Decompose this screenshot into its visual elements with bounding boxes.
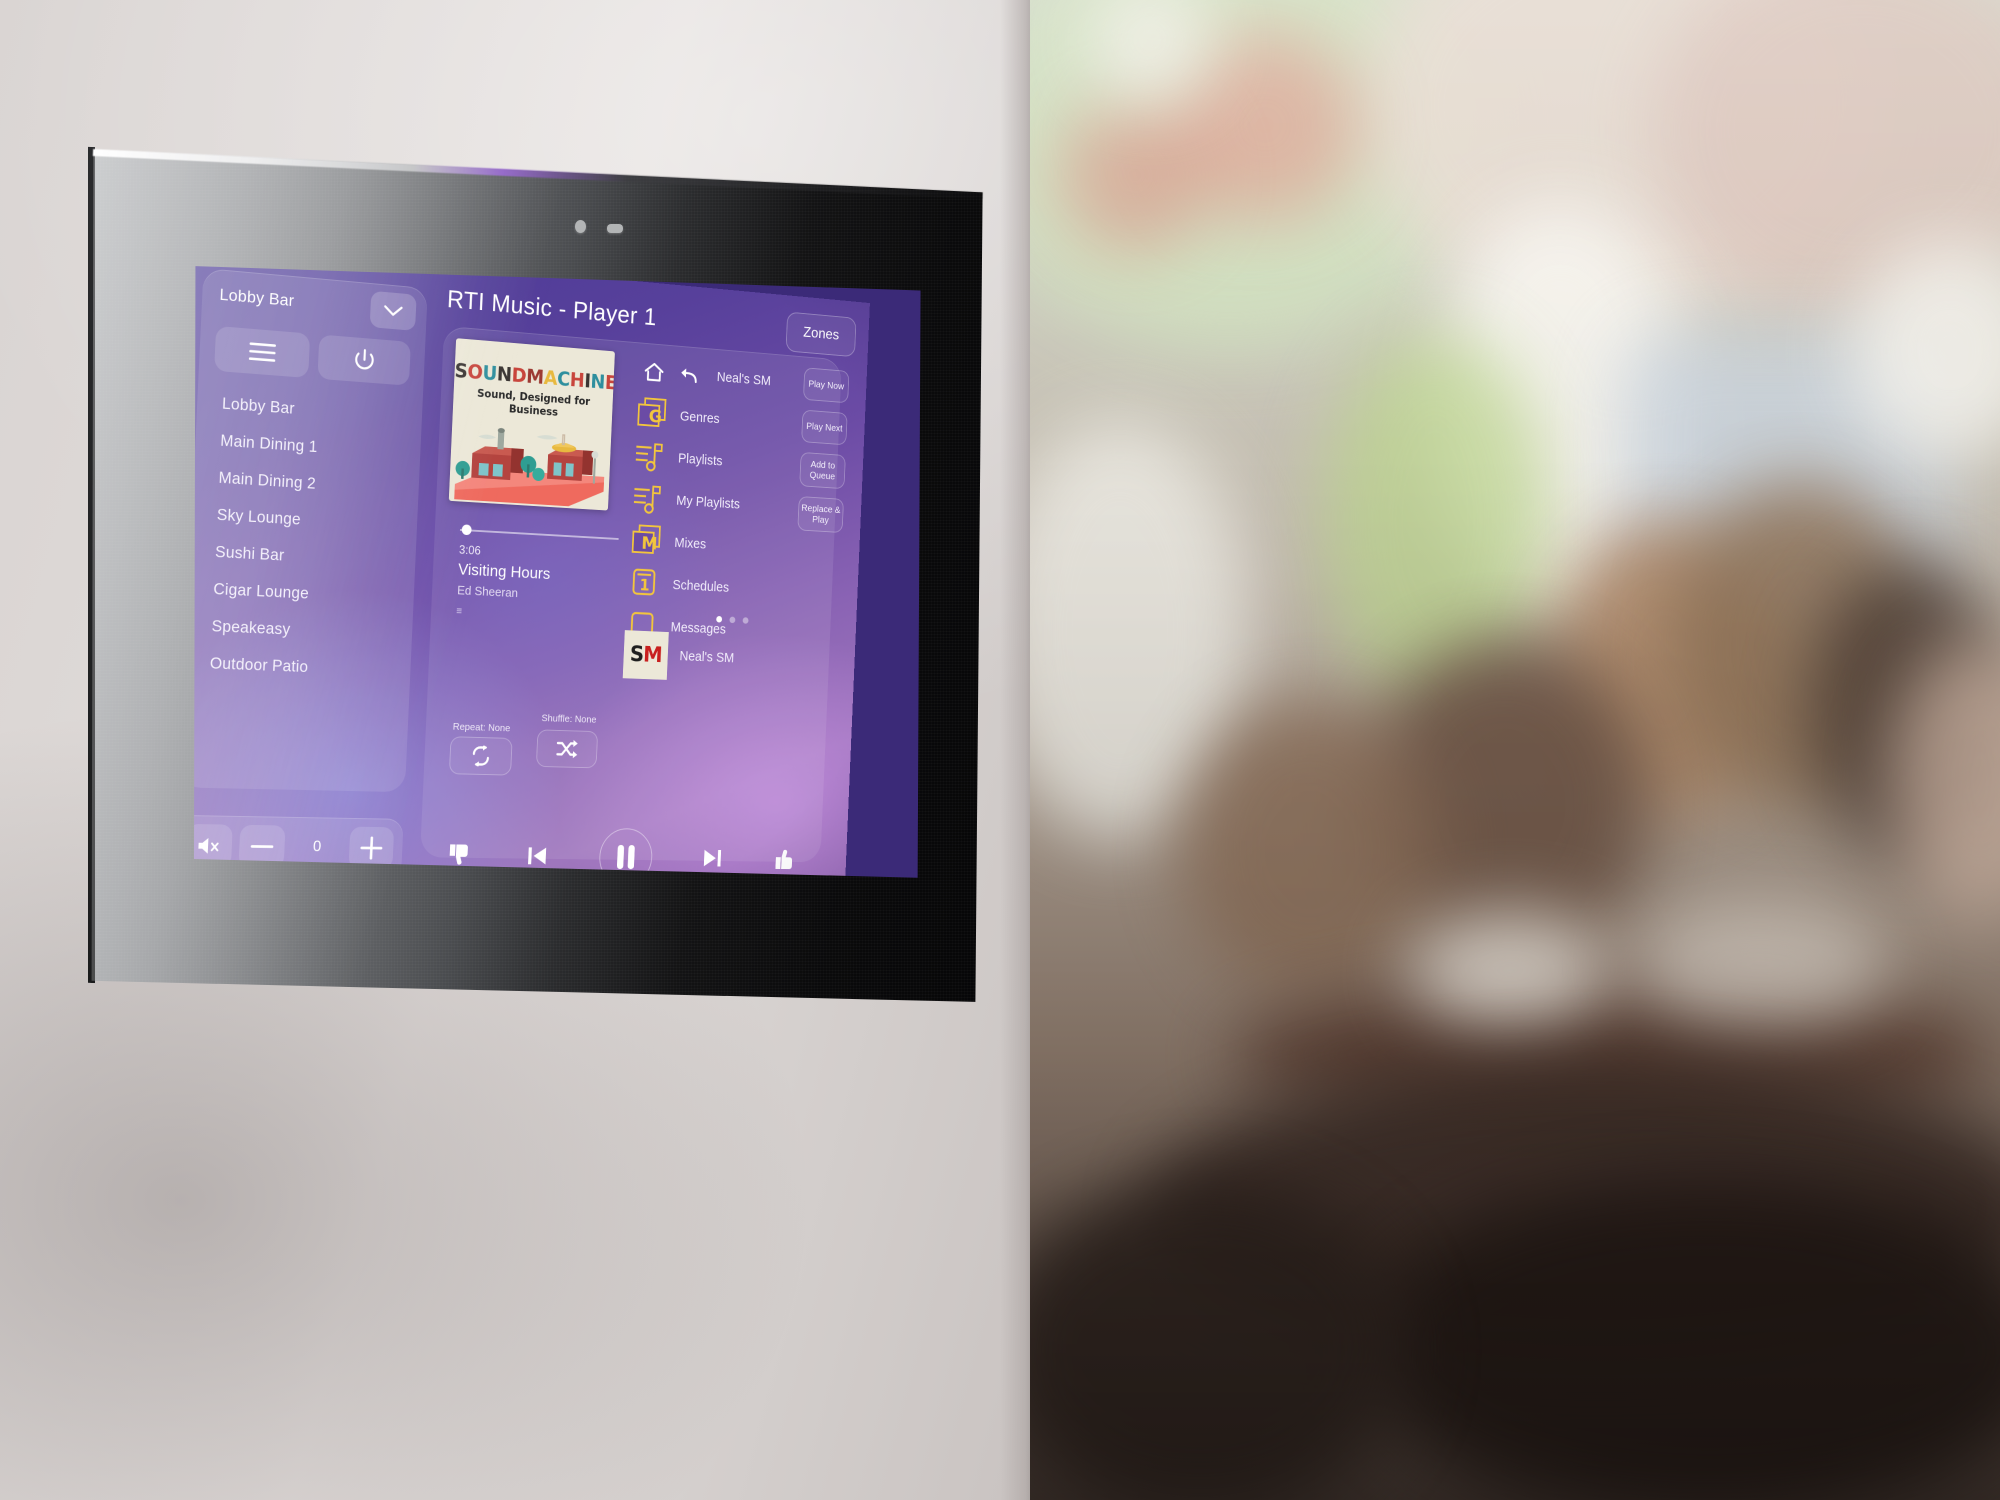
play-now-button[interactable]: Play Now — [803, 367, 850, 404]
player-card: SOUNDMACHINE Sound, Designed for Busines… — [419, 325, 850, 863]
schedules-icon: 1 — [626, 565, 663, 604]
browse-item-label: Schedules — [672, 578, 730, 596]
volume-up-button[interactable] — [348, 826, 395, 870]
thumbs-up-icon — [775, 849, 793, 870]
wall-panel-device: Lobby Bar Lobby Bar Main Dining 1 Main D… — [88, 136, 988, 1016]
plus-icon — [360, 836, 383, 860]
progress-slider[interactable] — [459, 524, 619, 540]
svg-text:G: G — [648, 407, 662, 428]
previous-track-button[interactable] — [524, 843, 550, 870]
next-track-icon — [704, 849, 722, 867]
play-next-button[interactable]: Play Next — [801, 409, 848, 446]
browse-item-label: Genres — [679, 409, 720, 427]
hamburger-menu-icon — [248, 342, 276, 362]
repeat-button[interactable] — [448, 736, 513, 776]
zones-button[interactable]: Zones — [785, 311, 857, 358]
browse-item-schedules[interactable]: 1 Schedules — [626, 562, 778, 612]
page-title: RTI Music - Player 1 — [446, 284, 658, 331]
progress-track — [459, 528, 619, 540]
track-time: 3:06 — [458, 543, 481, 558]
repeat-icon — [470, 745, 492, 767]
soundmachine-logo: SM — [622, 630, 669, 680]
power-icon — [352, 347, 377, 374]
album-art: SOUNDMACHINE Sound, Designed for Busines… — [448, 338, 615, 511]
ui-surface: Lobby Bar Lobby Bar Main Dining 1 Main D… — [194, 266, 870, 878]
zone-list-item[interactable]: Outdoor Patio — [209, 645, 397, 689]
mixes-icon: M — [628, 522, 665, 561]
track-artist: Ed Sheeran — [456, 582, 519, 600]
playlists-icon — [632, 437, 669, 476]
thumbs-down-icon — [449, 844, 469, 865]
browse-list: Neal's SM G Genres Playlists My Playlist… — [624, 350, 787, 653]
home-button[interactable] — [635, 352, 672, 392]
shuffle-icon — [555, 738, 578, 759]
browse-header-label: Neal's SM — [716, 370, 772, 389]
svg-text:M: M — [641, 534, 658, 555]
next-track-button[interactable] — [701, 845, 725, 871]
previous-track-icon — [527, 847, 546, 865]
menu-button[interactable] — [214, 325, 311, 379]
track-title: Visiting Hours — [457, 560, 551, 583]
zone-panel: Lobby Bar Lobby Bar Main Dining 1 Main D… — [194, 267, 428, 807]
thumbs-up-button[interactable] — [772, 845, 798, 872]
my-playlists-icon — [630, 480, 667, 519]
account-label: Neal's SM — [679, 649, 735, 667]
back-arrow-icon — [679, 368, 700, 385]
thumbs-down-button[interactable] — [446, 841, 474, 870]
zone-dropdown-button[interactable] — [369, 290, 417, 331]
equalizer-icon: ≡ — [456, 605, 464, 618]
svg-text:1: 1 — [639, 576, 650, 594]
zone-list: Lobby Bar Main Dining 1 Main Dining 2 Sk… — [209, 385, 408, 689]
home-icon — [643, 360, 666, 384]
background-patio-photo — [1030, 0, 2000, 1500]
screenshot-scene: Lobby Bar Lobby Bar Main Dining 1 Main D… — [0, 0, 2000, 1500]
back-button[interactable] — [671, 355, 708, 394]
power-button[interactable] — [317, 334, 411, 386]
account-row[interactable]: SM Neal's SM — [622, 630, 735, 682]
minus-icon — [250, 845, 274, 849]
browse-item-label: Mixes — [674, 535, 707, 553]
panel-side-edge — [88, 147, 95, 984]
camera-dot-icon — [575, 220, 586, 233]
pagination-dot[interactable] — [742, 617, 749, 624]
replace-and-play-button[interactable]: Replace & Play — [797, 496, 844, 534]
browse-item-label: My Playlists — [675, 493, 741, 513]
speaker-mute-icon — [198, 837, 222, 857]
proximity-sensor-icon — [607, 224, 623, 233]
shuffle-label: Shuffle: None — [541, 712, 597, 726]
add-to-queue-button[interactable]: Add to Queue — [799, 451, 846, 490]
pagination-dot[interactable] — [729, 616, 736, 624]
repeat-label: Repeat: None — [452, 721, 511, 735]
now-playing: SOUNDMACHINE Sound, Designed for Busines… — [448, 338, 631, 776]
pause-icon — [616, 844, 635, 870]
shuffle-button[interactable] — [535, 729, 599, 769]
touchscreen-display: Lobby Bar Lobby Bar Main Dining 1 Main D… — [194, 266, 921, 878]
album-art-illustration — [454, 427, 605, 509]
pagination-dot[interactable] — [716, 615, 723, 623]
genres-icon: G — [634, 395, 671, 434]
progress-knob[interactable] — [461, 524, 472, 536]
browse-item-label: Playlists — [677, 451, 723, 470]
action-buttons: Play Now Play Next Add to Queue Replace … — [797, 367, 850, 543]
volume-value: 0 — [312, 838, 322, 856]
chevron-down-icon — [383, 304, 404, 318]
